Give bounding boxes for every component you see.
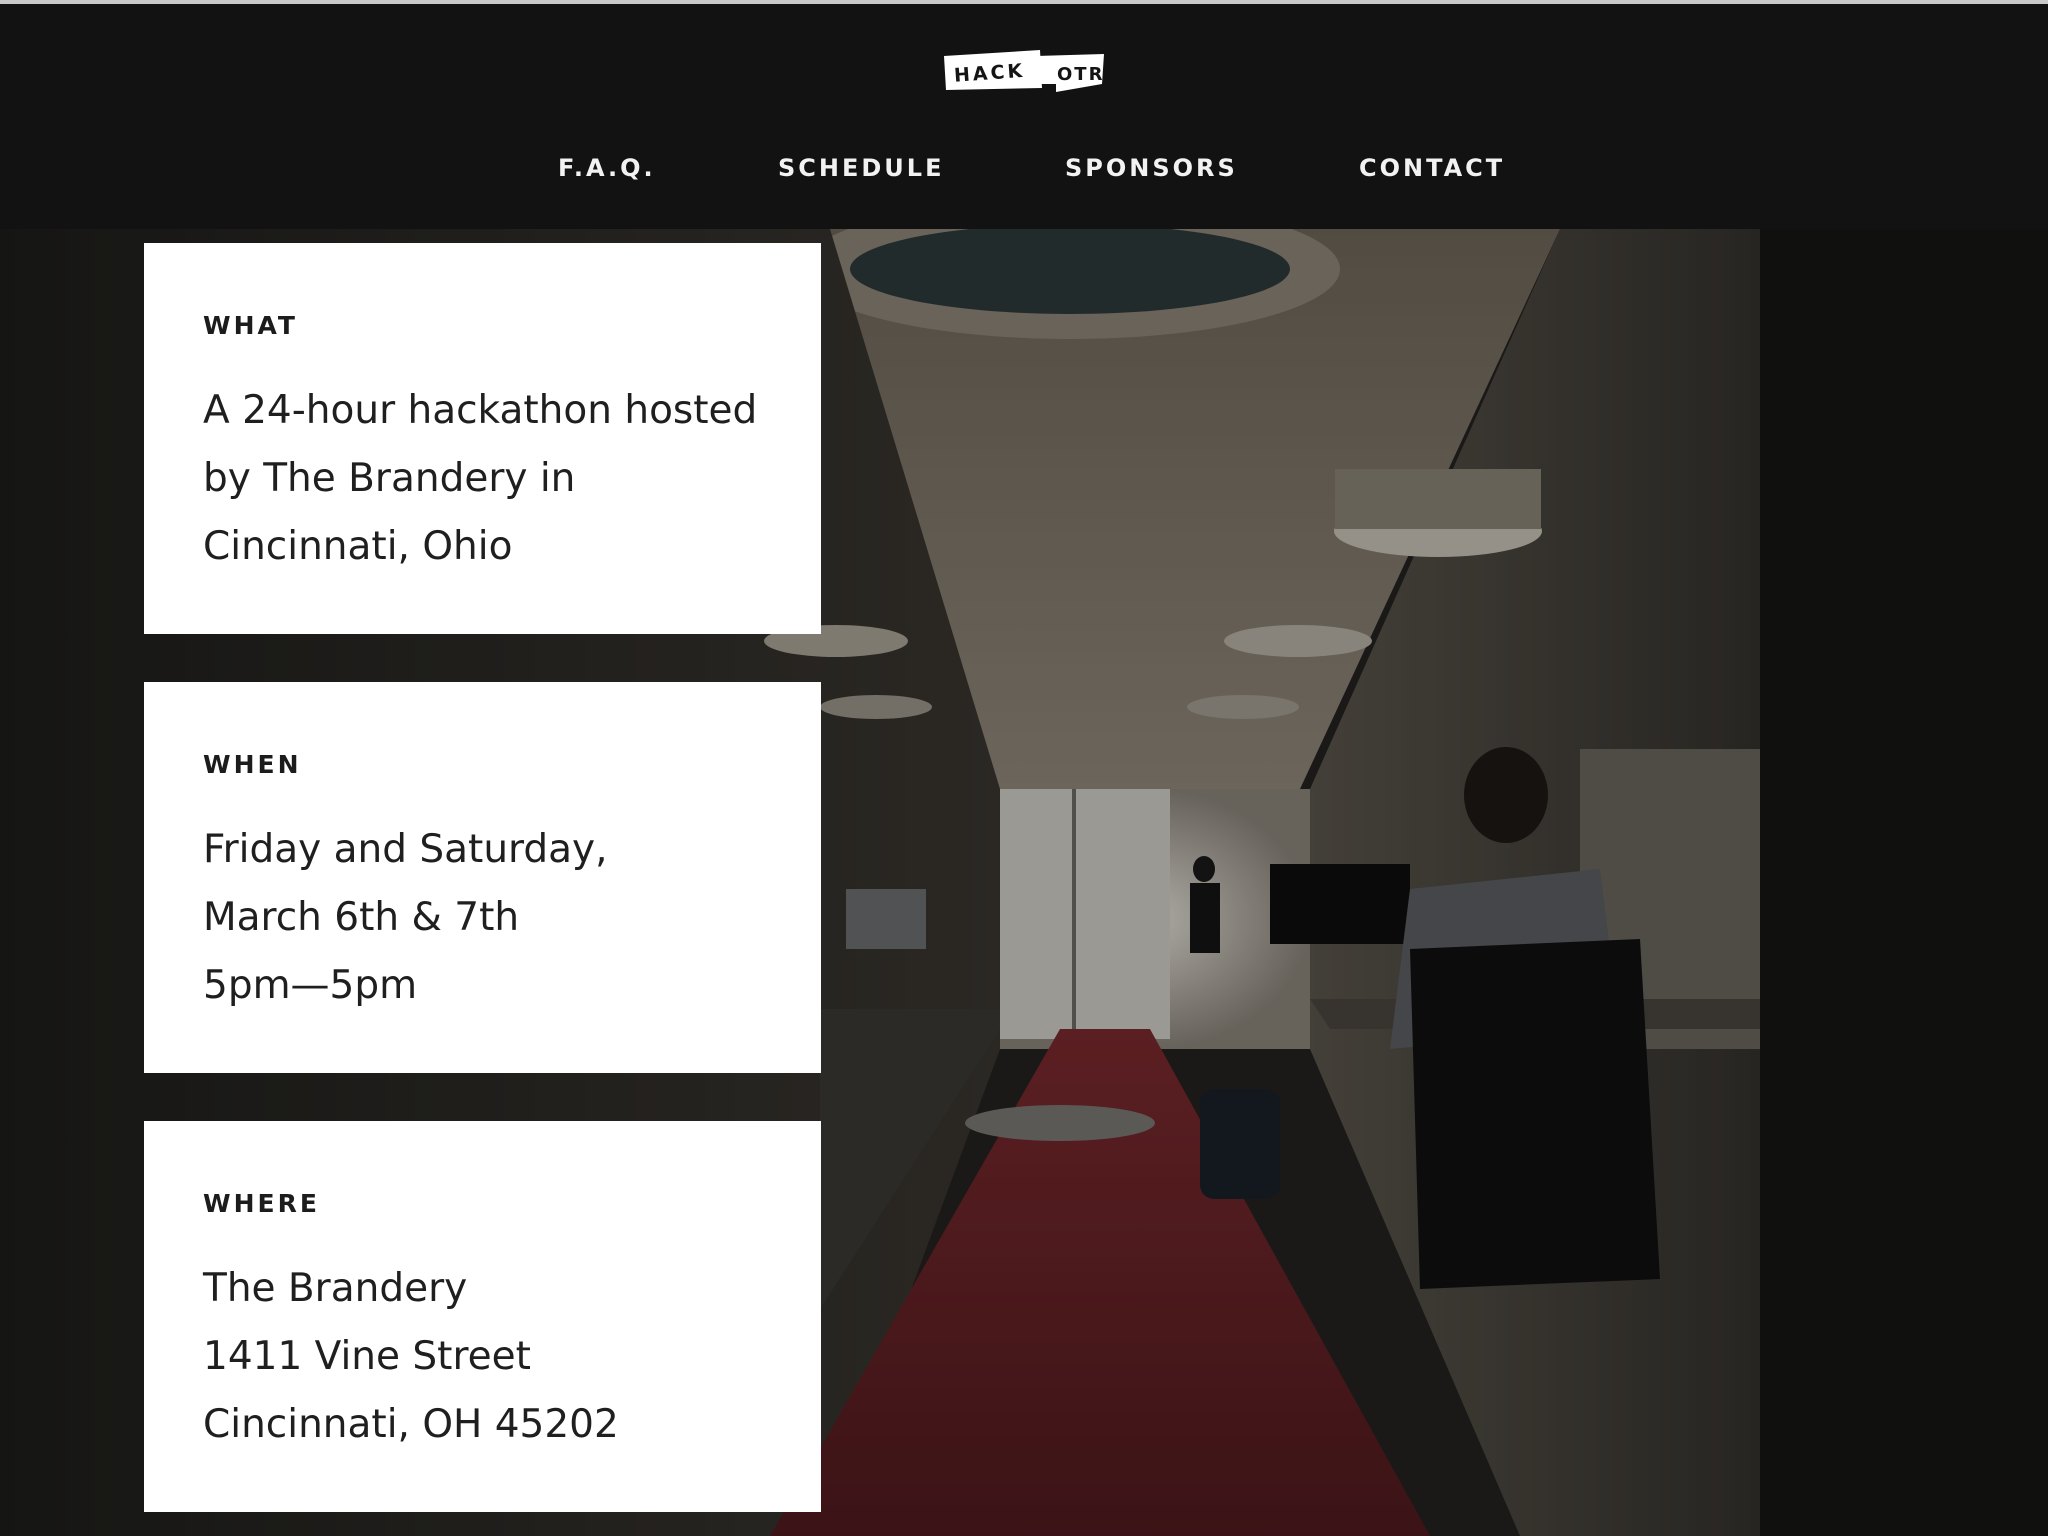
nav-schedule-link[interactable]: SCHEDULE	[778, 154, 944, 182]
when-card: WHEN Friday and Saturday, March 6th & 7t…	[144, 682, 821, 1073]
where-line: The Brandery	[203, 1266, 468, 1311]
site-header: HACK OTR F.A.Q. SCHEDULE SPONSORS CONTAC…	[0, 4, 2048, 229]
where-card: WHERE The Brandery 1411 Vine Street Cinc…	[144, 1121, 821, 1512]
hackotr-logo[interactable]: HACK OTR	[944, 44, 1104, 104]
when-line: 5pm—5pm	[203, 963, 418, 1008]
where-label: WHERE	[203, 1189, 320, 1218]
what-line: Cincinnati, Ohio	[203, 524, 513, 569]
what-line: A 24-hour hackathon hosted	[203, 388, 758, 433]
when-line: March 6th & 7th	[203, 895, 520, 940]
nav-sponsors-link[interactable]: SPONSORS	[1065, 154, 1238, 182]
when-line: Friday and Saturday,	[203, 827, 608, 872]
logo-word-otr: OTR	[1057, 64, 1104, 85]
page: HACK OTR F.A.Q. SCHEDULE SPONSORS CONTAC…	[0, 0, 2048, 1536]
when-label: WHEN	[203, 750, 302, 779]
what-label: WHAT	[203, 311, 298, 340]
where-line: 1411 Vine Street	[203, 1334, 531, 1379]
where-line: Cincinnati, OH 45202	[203, 1402, 619, 1447]
main-nav: F.A.Q. SCHEDULE SPONSORS CONTACT	[0, 154, 2048, 194]
nav-faq-link[interactable]: F.A.Q.	[558, 154, 656, 182]
what-line: by The Brandery in	[203, 456, 576, 501]
nav-contact-link[interactable]: CONTACT	[1359, 154, 1505, 182]
what-card: WHAT A 24-hour hackathon hosted by The B…	[144, 243, 821, 634]
